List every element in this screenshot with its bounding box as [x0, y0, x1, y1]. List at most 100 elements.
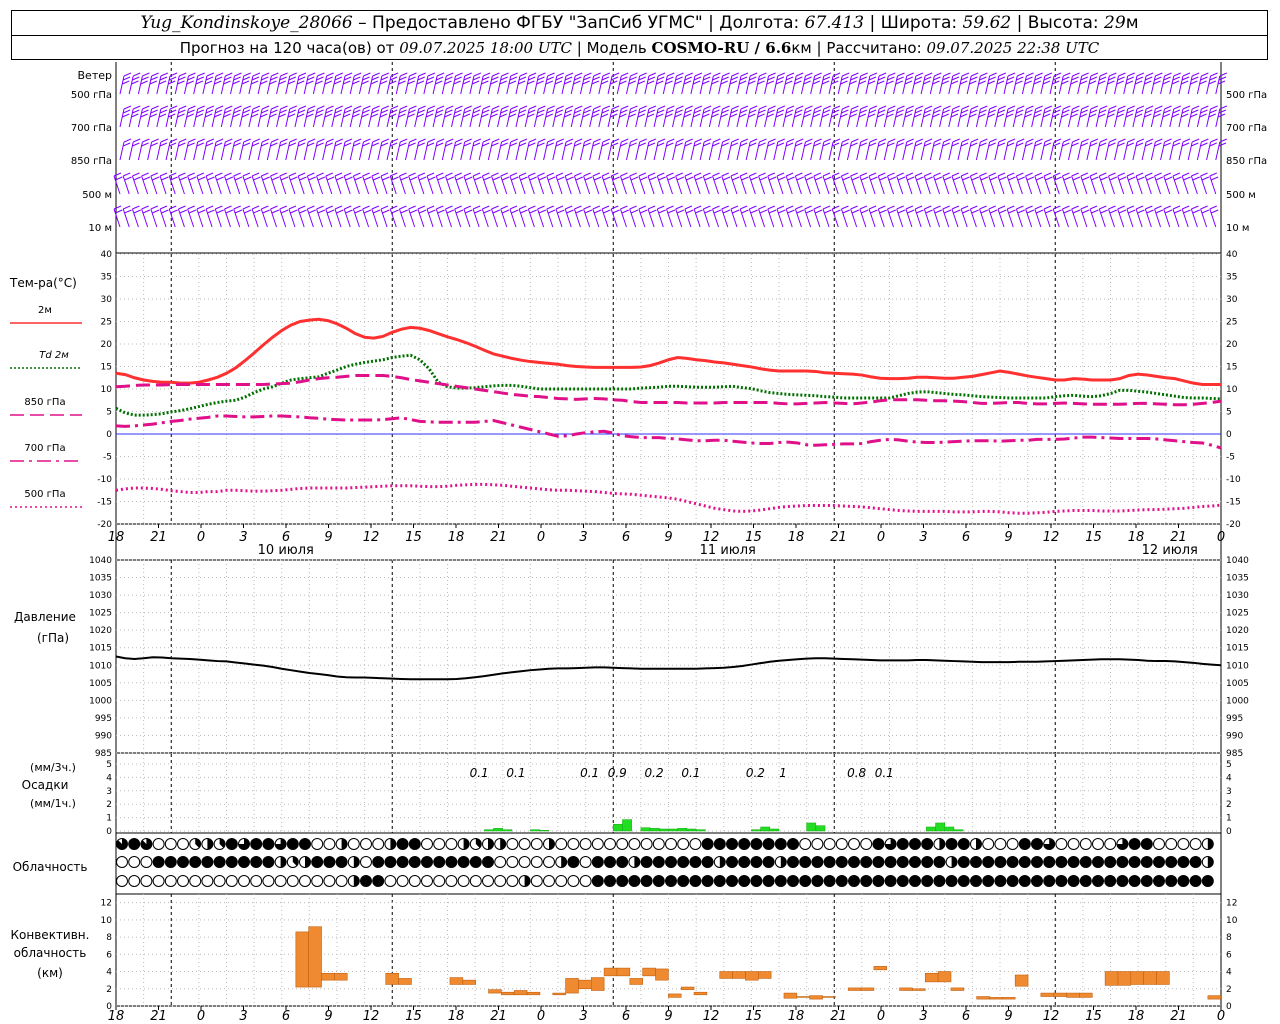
wind-barb-staff [331, 108, 337, 128]
wind-barb-flag [500, 205, 508, 210]
wind-barb-flag [463, 205, 472, 210]
wind-barb [177, 205, 187, 228]
wind-barb-flag [796, 138, 804, 143]
wind-barb [193, 72, 205, 95]
cloud-circle [1092, 838, 1104, 850]
wind-barb-staff [865, 108, 871, 128]
cloud-cover-symbol [213, 875, 226, 887]
cloud-cover-symbol [555, 838, 568, 850]
cloud-circle [1165, 856, 1178, 868]
wind-barb-flag [446, 176, 455, 181]
cloud-cover-symbol [543, 856, 555, 868]
wind-barb-flag [657, 138, 666, 143]
wind-barb [957, 105, 970, 128]
conv-cloud-bar [334, 972, 348, 981]
wind-barb-flag [188, 138, 196, 143]
wind-barb-flag [123, 105, 132, 110]
wind-barb-flag [584, 105, 592, 110]
wind-barb [920, 72, 933, 95]
wind-barb-staff [432, 75, 438, 95]
cloud-circle [530, 875, 543, 887]
cloud-circle [567, 838, 580, 850]
wind-barb-staff [920, 141, 926, 161]
conv-cloud-bar [950, 987, 965, 991]
cloud-cover-symbol [701, 875, 714, 887]
wind-barb-staff [202, 141, 208, 161]
wind-barb [260, 172, 270, 195]
time-tick-label-bottom: 6 [282, 1009, 290, 1024]
station-name: Yug_Kondinskoye_28066 [140, 13, 353, 33]
wind-barb-staff [441, 108, 447, 128]
wind-barb-flag [1043, 172, 1052, 177]
cloud-circle [762, 856, 775, 868]
wind-barb [1006, 172, 1016, 195]
wind-barb-flag [537, 172, 545, 177]
wind-barb-flag [694, 105, 703, 110]
wind-barb-staff [699, 108, 705, 128]
wind-barb [702, 172, 712, 195]
cloud-circle [933, 856, 946, 868]
cloud-cover-symbol [396, 838, 409, 850]
cloud-circle [323, 838, 336, 850]
wind-barb [1181, 205, 1191, 228]
wind-barb [1077, 72, 1089, 95]
wind-barb-flag [243, 105, 251, 110]
wind-barb [266, 72, 279, 95]
pressure-tick-label: 1035 [89, 574, 112, 584]
cloud-cover-symbol [970, 875, 982, 887]
wind-barb [141, 205, 151, 228]
wind-barb-flag [547, 138, 555, 143]
cloud-cover-symbol [713, 875, 726, 887]
time-tick-label-bottom: 0 [537, 1009, 545, 1024]
wind-barb-staff [690, 75, 696, 95]
wind-barb-flag [859, 172, 868, 177]
wind-barb-flag [1155, 209, 1164, 214]
wind-barb [656, 205, 666, 228]
wind-barb-flag [584, 138, 592, 143]
wind-barb-flag [989, 105, 997, 110]
wind-barb-staff [147, 108, 153, 128]
cloud-circle [848, 875, 860, 887]
wind-barb-flag [380, 172, 389, 177]
wind-barb [156, 72, 169, 95]
latitude-value: 59.62 [962, 13, 1012, 33]
wind-barb-flag [501, 209, 510, 214]
conv-tick-label-right: 8 [1226, 933, 1232, 943]
cloud-cover-symbol [408, 838, 421, 850]
wind-barb [960, 172, 970, 195]
wind-barb-flag [630, 105, 638, 110]
wind-barb [435, 172, 445, 195]
wind-barb-staff [404, 75, 410, 95]
wind-barb-staff [276, 108, 282, 128]
wind-barb-staff [837, 75, 843, 95]
wind-barb [994, 105, 1006, 128]
temp-legend-label: 700 гПа [24, 443, 65, 454]
cloud-cover-symbol [213, 856, 226, 868]
wind-barb [1196, 72, 1209, 95]
wind-barb [1117, 205, 1127, 228]
wind-barb-flag [749, 105, 758, 110]
wind-barb-flag [528, 105, 537, 110]
wind-barb-staff [1049, 108, 1055, 128]
wind-barb-flag [279, 172, 287, 177]
wind-barb-staff [929, 141, 935, 161]
conv-cloud-bar [693, 991, 708, 996]
time-tick-label: 9 [324, 530, 332, 545]
cloud-cover-symbol [713, 838, 726, 850]
cloud-circle [1043, 875, 1056, 887]
wind-barb-flag [1108, 172, 1116, 177]
wind-barb-staff [874, 141, 880, 161]
cloud-cover-symbol [1128, 856, 1141, 868]
wind-barb [791, 138, 804, 161]
wind-barb [561, 138, 574, 161]
wind-barb-staff [874, 75, 880, 95]
precip-amount-label: 0.1 [470, 766, 489, 780]
wind-barb-staff [322, 75, 328, 95]
wind-barb-flag [557, 209, 565, 214]
cloud-circle [896, 856, 909, 868]
cloud-cover-symbol [286, 875, 299, 887]
wind-barb-flag [740, 72, 749, 77]
wind-barb-flag [750, 176, 758, 181]
wind-barb-flag [999, 209, 1007, 214]
wind-barb-flag [1063, 138, 1071, 143]
